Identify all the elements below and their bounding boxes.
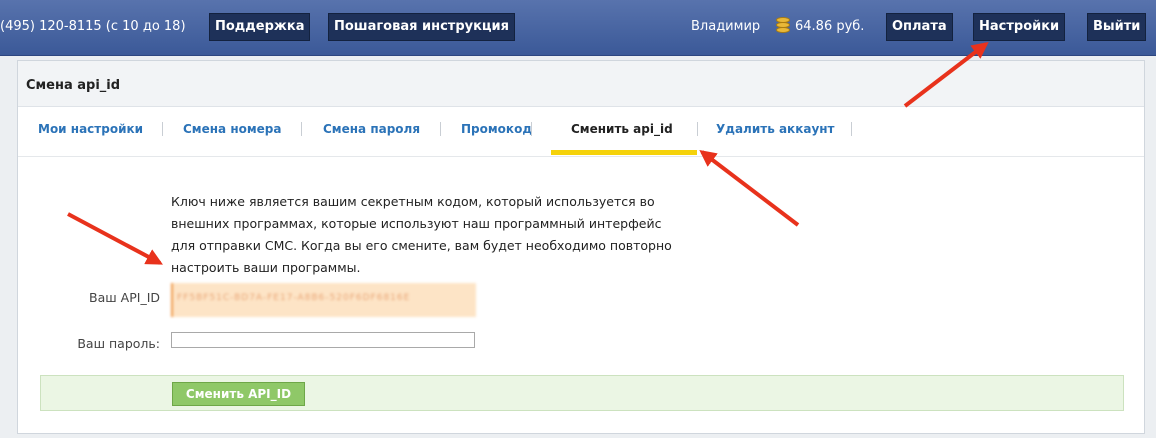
form-actions: Сменить API_ID (40, 375, 1124, 411)
tab-separator (162, 122, 163, 136)
tab-change-number[interactable]: Смена номера (183, 107, 282, 157)
settings-tabs: Мои настройки Смена номера Смена пароля … (18, 107, 1144, 157)
payment-button[interactable]: Оплата (886, 13, 953, 41)
tab-separator (440, 122, 441, 136)
panel-title: Смена api_id (18, 61, 1144, 107)
tab-separator (301, 122, 302, 136)
tab-promo-code[interactable]: Промокод (461, 107, 532, 157)
logout-button[interactable]: Выйти (1087, 13, 1147, 41)
support-button[interactable]: Поддержка (209, 13, 311, 41)
tab-separator (851, 122, 852, 136)
tab-separator (697, 122, 698, 136)
settings-panel: Смена api_id Мои настройки Смена номера … (17, 60, 1145, 434)
api-id-description: Ключ ниже является вашим секретным кодом… (171, 194, 672, 275)
change-api-id-button[interactable]: Сменить API_ID (172, 382, 305, 406)
tab-change-password[interactable]: Смена пароля (323, 107, 420, 157)
password-input[interactable] (171, 332, 475, 348)
tab-delete-account[interactable]: Удалить аккаунт (716, 107, 835, 157)
account-balance: 64.86 руб. (795, 19, 865, 34)
active-tab-indicator (551, 150, 697, 155)
settings-button[interactable]: Настройки (973, 13, 1066, 41)
tab-separator (531, 122, 532, 136)
support-phone: (495) 120-8115 (с 10 до 18) (0, 19, 186, 34)
step-by-step-guide-button[interactable]: Пошаговая инструкция (328, 13, 516, 41)
user-name: Владимир (691, 19, 761, 34)
top-navigation-bar: (495) 120-8115 (с 10 до 18) Поддержка По… (0, 0, 1156, 56)
api-id-label: Ваш API_ID (89, 290, 160, 305)
coins-icon (775, 17, 791, 35)
tab-my-settings[interactable]: Мои настройки (38, 107, 143, 157)
api-id-value: FF5BF51C-BD7A-FE17-A8B6-520F6DF6816E (171, 283, 476, 317)
password-label: Ваш пароль: (77, 336, 160, 351)
